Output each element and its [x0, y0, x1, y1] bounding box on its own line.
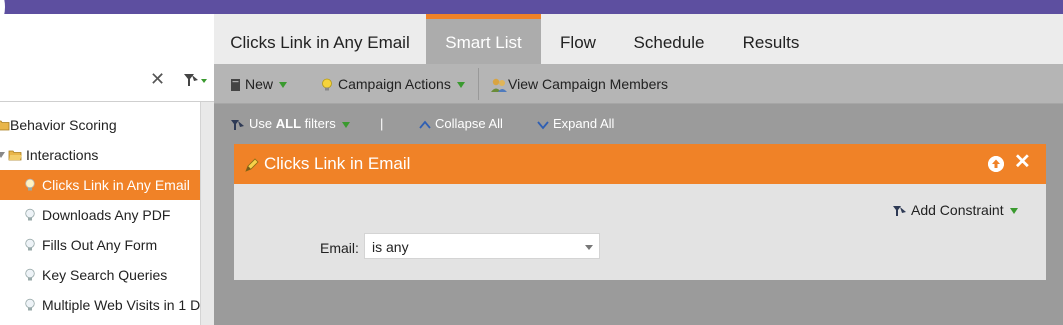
tab-bar: Clicks Link in Any Email Smart List Flow…: [214, 14, 1063, 64]
select-caret-icon: [585, 245, 593, 250]
toolbar: New Campaign Actions View Campaign Membe…: [214, 64, 1063, 104]
filter-card-title: Clicks Link in Email: [264, 154, 411, 173]
pencil-icon: [245, 158, 259, 172]
campaign-actions-label: Campaign Actions: [338, 76, 451, 92]
lightbulb-icon: [25, 178, 35, 191]
tree-item-label: Downloads Any PDF: [42, 207, 171, 223]
dropdown-arrow-icon: [456, 82, 465, 89]
members-icon: [491, 79, 507, 93]
expand-arrow-icon: [537, 120, 549, 129]
campaign-tree: Behavior Scoring Interactions Clicks Lin…: [0, 110, 200, 320]
move-up-icon[interactable]: [988, 156, 1004, 172]
tree-item-fills-out-any-form[interactable]: Fills Out Any Form: [0, 230, 200, 260]
email-operator-value: is any: [372, 239, 409, 255]
lightbulb-icon: [25, 208, 35, 221]
expand-all-label: Expand All: [553, 116, 615, 131]
lightbulb-icon: [25, 268, 35, 281]
email-field-label: Email:: [320, 240, 359, 256]
folder-icon: [0, 120, 10, 131]
lightbulb-icon: [25, 238, 35, 251]
tree-item-key-search-queries[interactable]: Key Search Queries: [0, 260, 200, 290]
tree-item-downloads-any-pdf[interactable]: Downloads Any PDF: [0, 200, 200, 230]
email-operator-select[interactable]: is any: [364, 233, 600, 259]
collapse-all-label: Collapse All: [435, 116, 503, 131]
filter-bar: Use ALL filters | Collapse All Expand Al…: [214, 105, 1063, 143]
collapse-all-button[interactable]: Collapse All: [419, 105, 503, 143]
expand-all-button[interactable]: Expand All: [537, 105, 614, 143]
collapse-arrow-icon: [419, 120, 431, 129]
tab-smart-list[interactable]: Smart List: [426, 14, 541, 64]
tab-flow[interactable]: Flow: [541, 14, 615, 64]
lightbulb-icon: [25, 298, 35, 311]
tree-item-label: Interactions: [26, 147, 99, 163]
clear-search-icon[interactable]: ✕: [150, 70, 165, 88]
folder-open-icon: [8, 150, 22, 161]
main-workspace: Clicks Link in Any Email Smart List Flow…: [214, 14, 1063, 325]
tab-results[interactable]: Results: [723, 14, 819, 64]
add-constraint-label: Add Constraint: [911, 202, 1004, 218]
use-all-filters-button[interactable]: Use ALL filters: [230, 105, 350, 143]
tree-item-label: Multiple Web Visits in 1 D: [42, 297, 200, 313]
left-panel: ✕ Behavior Scoring Interactions Clicks L…: [0, 14, 214, 325]
new-button[interactable]: New: [230, 64, 288, 104]
tree-search-area: ✕: [0, 14, 214, 102]
filterbar-separator: |: [380, 116, 384, 131]
new-button-label: New: [245, 76, 274, 92]
lightbulb-icon: [322, 78, 332, 91]
filter-card: Clicks Link in Email ✕ Add Constraint Em…: [234, 144, 1046, 280]
tree-filter-icon[interactable]: [182, 71, 208, 89]
tab-clicks-link-in-any-email[interactable]: Clicks Link in Any Email: [214, 14, 426, 64]
tree-item-label: Fills Out Any Form: [42, 237, 158, 253]
panel-splitter[interactable]: [200, 102, 214, 325]
remove-filter-icon[interactable]: ✕: [1014, 152, 1031, 172]
dropdown-arrow-icon: [341, 121, 350, 128]
tree-item-label: Key Search Queries: [42, 267, 168, 283]
tab-schedule[interactable]: Schedule: [615, 14, 723, 64]
filter-wand-icon: [893, 206, 906, 217]
add-constraint-button[interactable]: Add Constraint: [892, 200, 1018, 220]
use-label: Use: [249, 116, 273, 131]
expand-icon[interactable]: [0, 148, 8, 162]
tree-item-behavior-scoring[interactable]: Behavior Scoring: [0, 110, 200, 140]
filter-card-header: Clicks Link in Email ✕: [234, 144, 1046, 184]
tree-item-label: Behavior Scoring: [10, 117, 117, 133]
campaign-actions-button[interactable]: Campaign Actions: [320, 64, 465, 104]
filters-label: filters: [304, 116, 336, 131]
top-bar: [0, 0, 1063, 14]
dropdown-arrow-icon: [279, 82, 288, 89]
filter-wand-icon: [231, 119, 244, 130]
tree-item-label: Clicks Link in Any Email: [42, 177, 190, 193]
tree-item-multiple-web-visits[interactable]: Multiple Web Visits in 1 D: [0, 290, 200, 320]
tree-item-interactions[interactable]: Interactions: [0, 140, 200, 170]
use-all-bold: ALL: [275, 116, 302, 131]
new-document-icon: [231, 79, 240, 92]
view-campaign-members-label: View Campaign Members: [508, 76, 669, 92]
dropdown-arrow-icon: [1009, 208, 1018, 215]
toolbar-divider: [478, 68, 479, 100]
tree-item-clicks-link-in-any-email[interactable]: Clicks Link in Any Email: [0, 170, 200, 200]
view-campaign-members-button[interactable]: View Campaign Members: [490, 64, 668, 104]
